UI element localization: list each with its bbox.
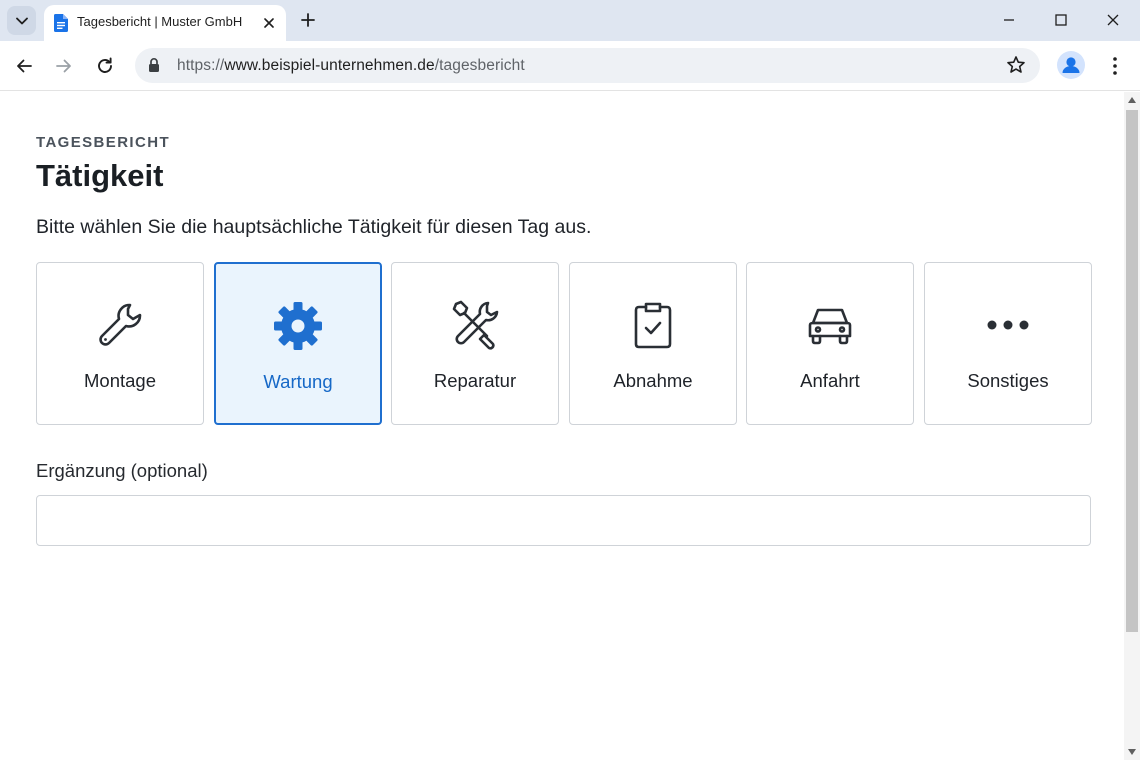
scroll-down-arrow[interactable] (1128, 749, 1136, 755)
wrench-icon (92, 297, 148, 353)
close-icon (264, 18, 274, 28)
minimize-button[interactable] (996, 8, 1022, 32)
document-icon (54, 14, 68, 32)
arrow-right-icon (56, 59, 71, 73)
browser-tab[interactable]: Tagesbericht | Muster GmbH (44, 5, 286, 41)
screwdriver-wrench-icon (447, 297, 503, 353)
close-icon (1107, 14, 1119, 26)
page-title: Tätigkeit (36, 158, 164, 193)
instruction-text: Bitte wählen Sie die hauptsächliche Täti… (36, 216, 592, 238)
section-eyebrow: TAGESBERICHT (36, 134, 171, 151)
tab-title: Tagesbericht | Muster GmbH (77, 14, 243, 29)
car-icon (802, 297, 858, 353)
maximize-icon (1055, 14, 1067, 26)
option-label: Anfahrt (800, 370, 860, 391)
tab-search-button[interactable] (7, 6, 36, 35)
lock-icon (149, 58, 159, 72)
option-sonstiges[interactable]: Sonstiges (924, 262, 1092, 425)
url-host: www.beispiel-unternehmen.de (224, 57, 435, 74)
browser-toolbar: https://www.beispiel-unternehmen.de/tage… (0, 41, 1140, 91)
supplement-label: Ergänzung (optional) (36, 460, 208, 481)
reload-icon (98, 57, 112, 73)
option-wartung[interactable]: Wartung (214, 262, 382, 425)
plus-icon (301, 13, 315, 27)
window-close-button[interactable] (1100, 8, 1126, 32)
activity-options: Montage Wartung Reparatur Abnahme Anfahr… (36, 262, 1092, 425)
profile-avatar[interactable] (1057, 51, 1085, 79)
supplement-input[interactable] (36, 495, 1091, 546)
forward-button[interactable] (52, 54, 76, 78)
browser-menu-button[interactable] (1105, 54, 1125, 78)
scroll-up-arrow[interactable] (1128, 97, 1136, 103)
option-reparatur[interactable]: Reparatur (391, 262, 559, 425)
scroll-thumb[interactable] (1126, 110, 1138, 632)
url-path: /tagesbericht (434, 57, 525, 74)
reload-button[interactable] (93, 54, 117, 78)
arrow-left-icon (17, 59, 32, 73)
bookmark-star-icon[interactable] (1006, 55, 1026, 75)
clipboard-check-icon (625, 297, 681, 353)
option-abnahme[interactable]: Abnahme (569, 262, 737, 425)
tab-close-button[interactable] (259, 13, 279, 33)
more-vertical-icon (1113, 57, 1117, 75)
option-label: Sonstiges (967, 370, 1049, 391)
new-tab-button[interactable] (297, 9, 319, 31)
page-scrollbar[interactable] (1124, 92, 1140, 760)
option-label: Wartung (263, 371, 333, 392)
gear-icon (270, 298, 326, 354)
url-scheme: https:// (177, 57, 225, 74)
maximize-button[interactable] (1048, 8, 1074, 32)
more-horizontal-icon (980, 297, 1036, 353)
chevron-down-icon (15, 17, 28, 24)
address-bar[interactable]: https://www.beispiel-unternehmen.de/tage… (135, 48, 1040, 83)
option-label: Abnahme (613, 370, 693, 391)
user-icon (1062, 57, 1080, 73)
back-button[interactable] (12, 54, 36, 78)
minimize-icon (1004, 19, 1014, 21)
option-montage[interactable]: Montage (36, 262, 204, 425)
option-anfahrt[interactable]: Anfahrt (746, 262, 914, 425)
browser-tab-strip: Tagesbericht | Muster GmbH (0, 0, 1140, 41)
option-label: Montage (84, 370, 156, 391)
option-label: Reparatur (433, 370, 517, 391)
url-text: https://www.beispiel-unternehmen.de/tage… (177, 57, 525, 75)
